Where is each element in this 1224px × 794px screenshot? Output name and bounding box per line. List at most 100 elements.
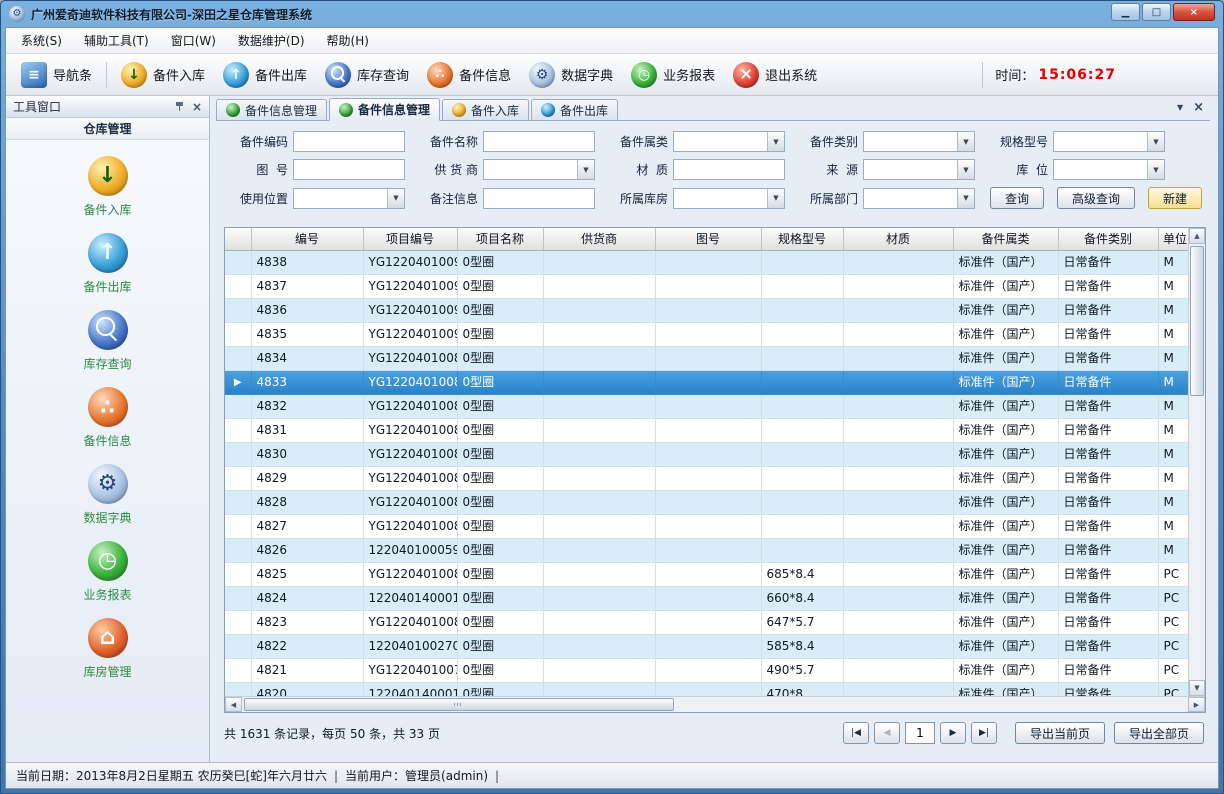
tab-parts-info-mgmt-1[interactable]: 备件信息管理 <box>216 99 327 120</box>
time-display: 时间： 15:06:27 <box>982 62 1116 88</box>
vscroll-track[interactable] <box>1189 244 1205 680</box>
select-location[interactable]: ▼ <box>1053 159 1165 180</box>
tab-parts-in[interactable]: 备件入库 <box>442 99 529 120</box>
scroll-right-icon[interactable]: ▶ <box>1188 697 1205 712</box>
advanced-query-button[interactable]: 高级查询 <box>1057 187 1135 209</box>
select-warehouse[interactable]: ▼ <box>673 188 785 209</box>
field-part-type: 备件类别▼ <box>800 131 990 152</box>
export-current-page-button[interactable]: 导出当前页 <box>1015 722 1105 744</box>
column-header-col-project-no[interactable]: 项目编号 <box>363 228 457 250</box>
tab-close-icon[interactable]: × <box>1193 100 1204 115</box>
table-row[interactable]: 4836YG122040100910型圈标准件（国产）日常备件M <box>225 298 1188 322</box>
select-source[interactable]: ▼ <box>863 159 975 180</box>
close-button[interactable]: × <box>1173 3 1215 21</box>
vscroll-thumb[interactable] <box>1190 246 1204 396</box>
table-row[interactable]: 4832YG122040100870型圈标准件（国产）日常备件M <box>225 394 1188 418</box>
pin-icon[interactable] <box>174 101 185 112</box>
last-page-button[interactable]: ▶| <box>971 722 997 744</box>
table-row[interactable]: 4821YG122040100790型圈490*5.7标准件（国产）日常备件PC <box>225 658 1188 682</box>
sidebar-items: 备件入库备件出库库存查询备件信息数据字典业务报表库房管理 <box>6 140 209 762</box>
menu-data-maintenance[interactable]: 数据维护(D) <box>227 27 316 54</box>
page-number-input[interactable] <box>905 722 935 744</box>
sidebar-item-parts-info[interactable]: 备件信息 <box>6 387 209 449</box>
select-spec-model[interactable]: ▼ <box>1053 131 1165 152</box>
select-department[interactable]: ▼ <box>863 188 975 209</box>
main-area: 工具窗口 × 仓库管理 备件入库备件出库库存查询备件信息数据字典业务报表库房管理… <box>6 96 1218 762</box>
table-row[interactable]: 4827YG122040100820型圈标准件（国产）日常备件M <box>225 514 1188 538</box>
menu-system[interactable]: 系统(S) <box>10 27 73 54</box>
select-part-type[interactable]: ▼ <box>863 131 975 152</box>
hscroll-track[interactable] <box>242 697 1188 712</box>
toolbar-parts-info[interactable]: 备件信息 <box>418 58 520 92</box>
scroll-left-icon[interactable]: ◀ <box>225 697 242 712</box>
table-row[interactable]: 4823YG122040100800型圈647*5.7标准件（国产）日常备件PC <box>225 610 1188 634</box>
sidebar-close-icon[interactable]: × <box>192 100 202 114</box>
table-row[interactable]: 482212204010027000型圈585*8.4标准件（国产）日常备件PC <box>225 634 1188 658</box>
sidebar-item-parts-out[interactable]: 备件出库 <box>6 233 209 295</box>
sidebar-item-inventory-query[interactable]: 库存查询 <box>6 310 209 372</box>
tabbar: 备件信息管理备件信息管理备件入库备件出库 ▼ × <box>216 98 1210 121</box>
menu-aux-tools[interactable]: 辅助工具(T) <box>73 27 160 54</box>
scroll-up-icon[interactable]: ▲ <box>1189 228 1205 244</box>
minimize-button[interactable]: ▁ <box>1111 3 1140 21</box>
column-header-col-drawing-no[interactable]: 图号 <box>655 228 761 250</box>
table-row[interactable]: ▶4833YG122040100880型圈标准件（国产）日常备件M <box>225 370 1188 394</box>
table-row[interactable]: 482612204010005990型圈标准件（国产）日常备件M <box>225 538 1188 562</box>
toolbar-inventory-query[interactable]: 库存查询 <box>316 58 418 92</box>
menu-help[interactable]: 帮助(H) <box>316 27 380 54</box>
input-part-name[interactable] <box>483 131 595 152</box>
export-all-pages-button[interactable]: 导出全部页 <box>1114 722 1204 744</box>
tab-list-dropdown-icon[interactable]: ▼ <box>1177 103 1183 112</box>
tab-parts-out[interactable]: 备件出库 <box>531 99 618 120</box>
toolbar-navbar[interactable]: 导航条 <box>12 58 101 92</box>
sidebar-item-report[interactable]: 业务报表 <box>6 541 209 603</box>
select-usage-position[interactable]: ▼ <box>293 188 405 209</box>
hscroll-thumb[interactable] <box>244 698 674 711</box>
new-button[interactable]: 新建 <box>1148 187 1202 209</box>
column-header-col-supplier[interactable]: 供货商 <box>543 228 655 250</box>
toolbar-exit[interactable]: 退出系统 <box>724 58 826 92</box>
column-header-col-spec[interactable]: 规格型号 <box>761 228 843 250</box>
column-header-col-unit[interactable]: 单位 <box>1158 228 1188 250</box>
sidebar-item-warehouse[interactable]: 库房管理 <box>6 618 209 680</box>
table-row[interactable]: 4834YG122040100890型圈标准件（国产）日常备件M <box>225 346 1188 370</box>
scroll-down-icon[interactable]: ▼ <box>1189 680 1205 696</box>
toolbar-report[interactable]: 业务报表 <box>622 58 724 92</box>
toolbar-parts-in[interactable]: 备件入库 <box>112 58 214 92</box>
table-row[interactable]: 4838YG122040100930型圈标准件（国产）日常备件M <box>225 250 1188 274</box>
prev-page-button[interactable]: ◀ <box>874 722 900 744</box>
select-supplier[interactable]: ▼ <box>483 159 595 180</box>
horizontal-scrollbar[interactable]: ◀ ▶ <box>225 696 1205 712</box>
column-header-col-material[interactable]: 材质 <box>843 228 953 250</box>
column-header-col-id[interactable]: 编号 <box>251 228 363 250</box>
input-material[interactable] <box>673 159 785 180</box>
toolbar-data-dict[interactable]: 数据字典 <box>520 58 622 92</box>
next-page-button[interactable]: ▶ <box>940 722 966 744</box>
tab-parts-info-mgmt-2[interactable]: 备件信息管理 <box>329 98 440 121</box>
column-header-col-project-name[interactable]: 项目名称 <box>457 228 543 250</box>
query-button[interactable]: 查询 <box>990 187 1044 209</box>
select-part-category[interactable]: ▼ <box>673 131 785 152</box>
column-header-col-type[interactable]: 备件类别 <box>1058 228 1158 250</box>
table-row[interactable]: 4829YG122040100840型圈标准件（国产）日常备件M <box>225 466 1188 490</box>
input-part-code[interactable] <box>293 131 405 152</box>
first-page-button[interactable]: |◀ <box>843 722 869 744</box>
vertical-scrollbar[interactable]: ▲ ▼ <box>1188 228 1205 696</box>
menu-window[interactable]: 窗口(W) <box>160 27 227 54</box>
input-remark[interactable] <box>483 188 595 209</box>
table-row[interactable]: 4837YG122040100920型圈标准件（国产）日常备件M <box>225 274 1188 298</box>
sidebar-item-data-dict[interactable]: 数据字典 <box>6 464 209 526</box>
sidebar-item-parts-in[interactable]: 备件入库 <box>6 156 209 218</box>
table-row[interactable]: 482412204014000120型圈660*8.4标准件（国产）日常备件PC <box>225 586 1188 610</box>
toolbar-parts-out[interactable]: 备件出库 <box>214 58 316 92</box>
table-row[interactable]: 4828YG122040100830型圈标准件（国产）日常备件M <box>225 490 1188 514</box>
row-selector <box>225 610 251 634</box>
table-row[interactable]: 4825YG122040100810型圈685*8.4标准件（国产）日常备件PC <box>225 562 1188 586</box>
maximize-button[interactable]: □ <box>1142 3 1171 21</box>
table-row[interactable]: 4830YG122040100850型圈标准件（国产）日常备件M <box>225 442 1188 466</box>
column-header-col-category[interactable]: 备件属类 <box>953 228 1058 250</box>
table-row[interactable]: 4831YG122040100860型圈标准件（国产）日常备件M <box>225 418 1188 442</box>
input-drawing-no[interactable] <box>293 159 405 180</box>
table-row[interactable]: 482012204014000130型圈470*8标准件（国产）日常备件PC <box>225 682 1188 696</box>
table-row[interactable]: 4835YG122040100900型圈标准件（国产）日常备件M <box>225 322 1188 346</box>
